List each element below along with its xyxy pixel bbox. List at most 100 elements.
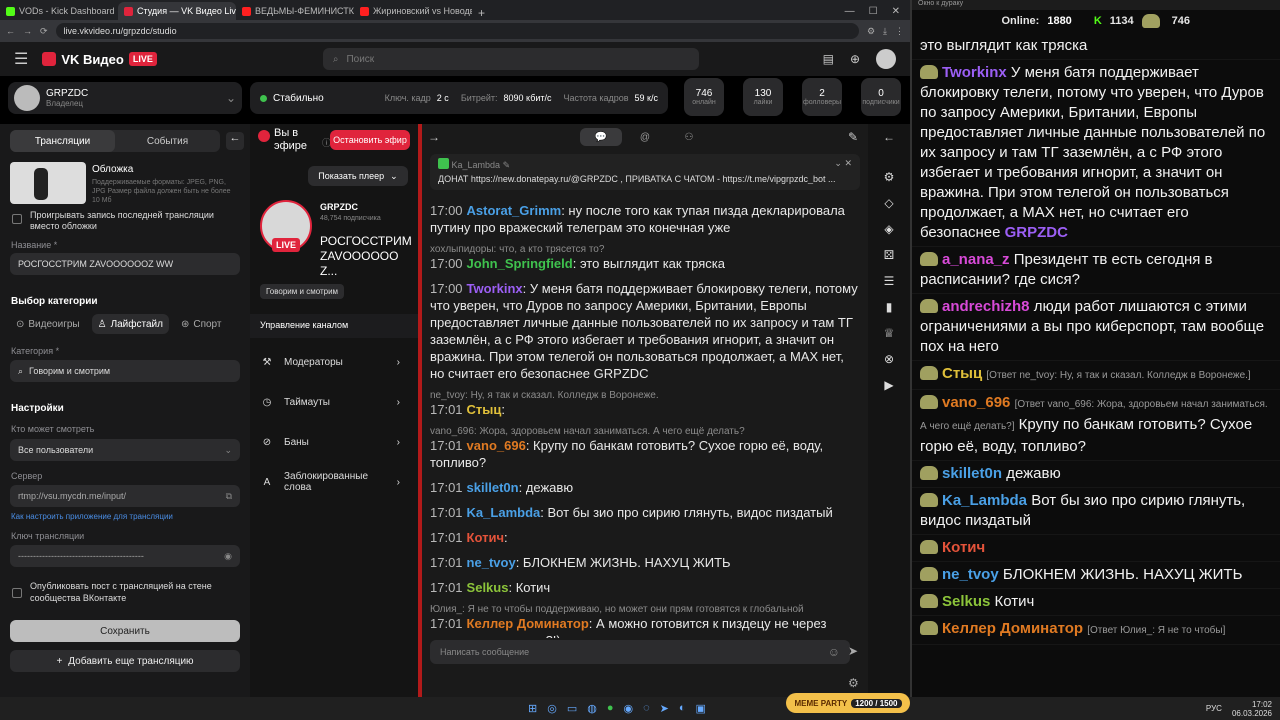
chat-input[interactable]: Написать сообщение ☺ (430, 640, 850, 664)
chevron-right-icon: › (396, 356, 400, 368)
maximize-icon[interactable]: ☐ (869, 6, 878, 17)
chat-tab-users[interactable]: ⚇ (668, 128, 710, 146)
category-sport-button[interactable]: ⊛ Спорт (175, 314, 228, 334)
visibility-select[interactable]: Все пользователи ⌄ (10, 439, 240, 461)
settings-icon[interactable]: ⚙ (848, 676, 859, 690)
overlay-text: дежавю (1006, 465, 1061, 482)
app-icon[interactable]: ◌ (643, 702, 650, 715)
channel-switcher[interactable]: GRPZDC Владелец ⌄ (8, 82, 242, 114)
eye-icon[interactable]: ◉ (224, 551, 232, 562)
telegram-icon[interactable]: ➤ (660, 702, 669, 715)
download-icon[interactable]: ⤓ (883, 26, 887, 37)
publish-checkbox[interactable] (12, 588, 22, 598)
trophy-icon[interactable]: ♕ (884, 326, 895, 340)
replay-checkbox[interactable] (12, 214, 22, 224)
youtube-favicon-icon (242, 6, 251, 16)
copy-icon[interactable]: ⧉ (226, 491, 232, 502)
back-arrow-icon[interactable]: ← (226, 132, 244, 150)
tab-streams[interactable]: Трансляции (10, 130, 115, 152)
message-author[interactable]: Tworkinx (467, 281, 523, 296)
save-button[interactable]: Сохранить (10, 620, 240, 642)
emoji-icon[interactable]: ☺ (828, 645, 840, 659)
pin-icon[interactable]: ✎ (848, 130, 858, 144)
url-field[interactable]: live.vkvideo.ru/grpzdc/studio (55, 23, 859, 39)
hamburger-icon[interactable]: ☰ (14, 49, 28, 69)
obs-icon[interactable]: ◉ (624, 702, 634, 715)
menu-icon[interactable]: ⋮ (895, 26, 904, 37)
add-stream-button[interactable]: + Добавить еще трансляцию (10, 650, 240, 672)
server-field[interactable]: rtmp://vsu.mycdn.me/input/⧉ (10, 485, 240, 507)
close-icon[interactable]: ⌄ ✕ (834, 158, 852, 169)
chat-message: 17:01 skillet0n: дежавю (430, 480, 574, 495)
browser-tab[interactable]: Жириновский vs Новодворск (354, 2, 472, 20)
chevron-down-icon: ⌄ (390, 170, 398, 181)
notifications-icon[interactable]: ▤ (823, 52, 834, 66)
message-author[interactable]: Котич (467, 530, 504, 545)
stop-stream-button[interactable]: Остановить эфир (330, 130, 410, 150)
howto-link[interactable]: Как настроить приложение для трансляции (11, 512, 173, 521)
start-icon[interactable]: ⊞ (528, 702, 537, 715)
gear-icon[interactable]: ⚙ (884, 170, 895, 184)
app-icon[interactable]: ▣ (696, 702, 706, 715)
media-icon[interactable]: ▶ (884, 378, 893, 392)
cover-thumbnail[interactable] (10, 162, 86, 204)
nav-timeouts[interactable]: ◷ Таймауты › (250, 382, 410, 422)
add-icon[interactable]: ⊕ (850, 52, 860, 66)
message-author[interactable]: Selkus (467, 580, 509, 595)
category-input[interactable]: ⌕ Говорим и смотрим (10, 360, 240, 382)
back-icon[interactable]: ← (6, 26, 15, 36)
message-time: 17:01 (430, 505, 463, 520)
steam-icon[interactable]: ◍ (587, 702, 597, 715)
collapse-arrow-icon[interactable]: → (428, 130, 440, 144)
meme-party-widget[interactable]: MEME PARTY 1200 / 1500 (786, 693, 910, 713)
nav-blocked-words[interactable]: A Заблокированные слова › (250, 462, 410, 502)
reload-icon[interactable]: ⟳ (40, 26, 48, 37)
overlay-message: Котич (912, 535, 1280, 562)
chat-tab-mentions[interactable]: @ (624, 128, 666, 146)
category-lifestyle-button[interactable]: ♙ Лайфстайл (91, 314, 169, 334)
message-author[interactable]: Стыц (467, 402, 502, 417)
message-author[interactable]: John_Springfield (467, 256, 573, 271)
browser-tab[interactable]: VODs - Kick Dashboard (0, 2, 118, 20)
close-icon[interactable]: ✕ (892, 6, 900, 17)
avatar[interactable] (876, 49, 896, 69)
message-author[interactable]: ne_tvoy (467, 555, 516, 570)
list-icon[interactable]: ☰ (884, 274, 895, 288)
new-tab-button[interactable]: + (472, 6, 491, 20)
nav-bans[interactable]: ⊘ Баны › (250, 422, 410, 462)
back-arrow-icon[interactable]: ← (883, 130, 895, 144)
message-author[interactable]: vano_696 (467, 438, 526, 453)
browser-tab-active[interactable]: Студия — VK Видео Live (118, 2, 236, 20)
message-author[interactable]: Astorat_Grimm (467, 203, 562, 218)
vk-logo[interactable]: VK Видео LIVE (42, 52, 157, 67)
message-author[interactable]: skillet0n (467, 480, 519, 495)
gem-icon[interactable]: ◈ (884, 222, 893, 236)
minimize-icon[interactable]: — (845, 6, 855, 17)
show-player-button[interactable]: Показать плеер ⌄ (308, 166, 408, 186)
extensions-icon[interactable]: ⚙ (867, 26, 875, 37)
tab-events[interactable]: События (115, 130, 220, 152)
forward-icon[interactable]: → (23, 26, 32, 36)
spotify-icon[interactable]: ● (607, 702, 614, 715)
stream-title-input[interactable]: РОСГОССТРИМ ZAVOOOOOOZ WW (10, 253, 240, 275)
browser-tab[interactable]: ВЕДЬМЫ-ФЕМИНИСТКИ ПРОТ (236, 2, 354, 20)
bar-chart-icon[interactable]: ▮ (886, 300, 893, 314)
block-icon[interactable]: ⊗ (884, 352, 894, 366)
app-icon[interactable]: ◐ (679, 702, 686, 715)
diamond-icon[interactable]: ◇ (884, 196, 893, 210)
message-author[interactable]: Ka_Lambda (467, 505, 541, 520)
stream-key-field[interactable]: ----------------------------------------… (10, 545, 240, 567)
explorer-icon[interactable]: ▭ (567, 702, 577, 715)
chat-message: 17:01 Ka_Lambda: Вот бы зио про сирию гля… (430, 505, 833, 520)
dice-icon[interactable]: ⚄ (884, 248, 894, 262)
search-input[interactable]: ⌕ Поиск (322, 48, 699, 70)
chrome-icon[interactable]: ◎ (547, 702, 557, 715)
category-games-button[interactable]: ⊙ Видеоигры (10, 314, 86, 334)
nav-moderators[interactable]: ⚒ Модераторы › (250, 342, 410, 382)
chat-panel: → 💬 @ ⚇ ✎ Ka_Lambda ✎ ДОНАТ https://new.… (418, 124, 868, 720)
overlay-reply: [Ответ ne_tvoy: Ну, я так и сказал. Колл… (986, 370, 1251, 381)
message-author[interactable]: Келлер Доминатор (467, 616, 589, 631)
send-icon[interactable]: ➤ (848, 644, 858, 658)
reply-quote: Юлия_: Я не то чтобы поддерживаю, но мож… (430, 604, 804, 615)
chat-tab-messages[interactable]: 💬 (580, 128, 622, 146)
